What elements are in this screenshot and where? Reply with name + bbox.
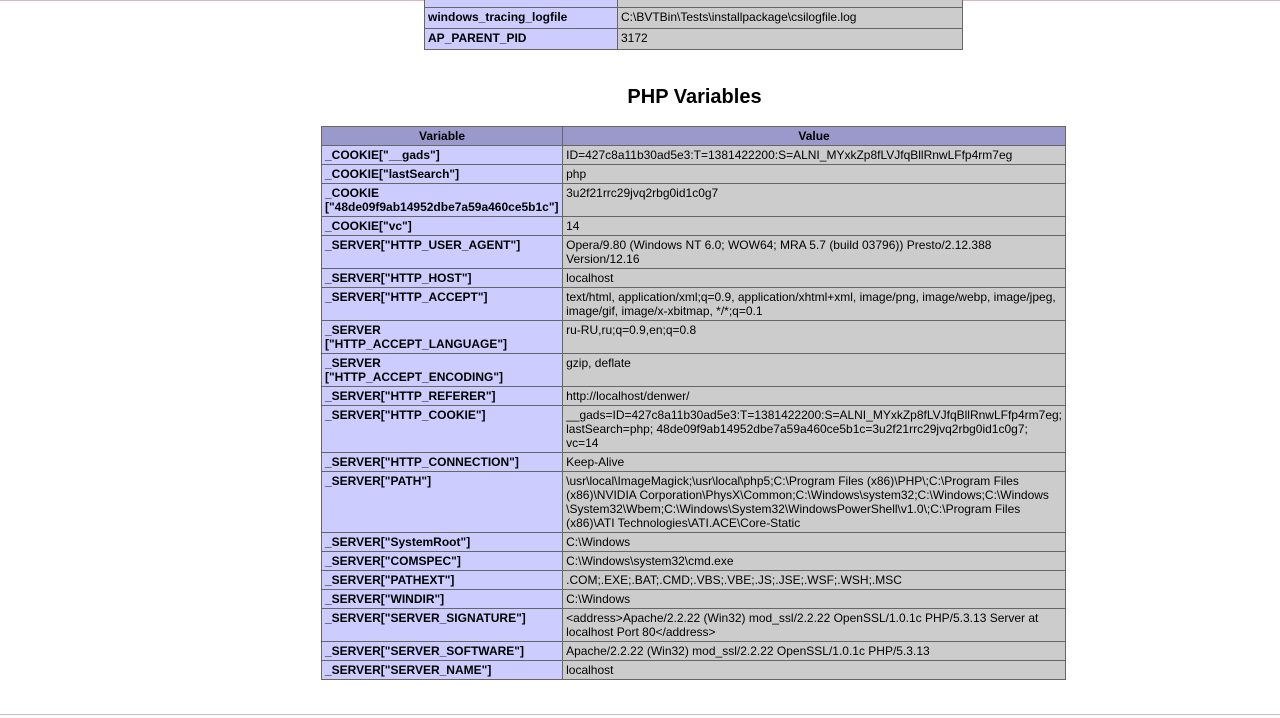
- table-row: _SERVER["SERVER_NAME"] localhost: [320, 660, 1066, 680]
- variable-name-cell: _COOKIE["__gads"]: [320, 145, 564, 165]
- variable-name-cell: _SERVER["HTTP_ACCEPT"]: [320, 287, 564, 321]
- variable-name-cell: _SERVER["PATH"]: [320, 471, 564, 533]
- variable-value-cell: \usr\local\ImageMagick;\usr\local\php5;C…: [562, 471, 1066, 533]
- column-header-value: Value: [562, 126, 1066, 146]
- variable-value-cell: php: [562, 164, 1066, 184]
- variable-name-cell: _SERVER["COMSPEC"]: [320, 551, 564, 571]
- table-row: _SERVER["SERVER_SIGNATURE"] <address>Apac…: [320, 608, 1066, 642]
- variable-name-cell: _SERVER["HTTP_USER_AGENT"]: [320, 235, 564, 269]
- variable-value-cell: <address>Apache/2.2.22 (Win32) mod_ssl/2…: [562, 608, 1066, 642]
- variable-value-cell: localhost: [562, 268, 1066, 288]
- table-row: _COOKIE["__gads"] ID=427c8a11b30ad5e3:T=1…: [320, 145, 1066, 165]
- variable-value-cell: http://localhost/denwer/: [562, 386, 1066, 406]
- php-variables-table-body: _COOKIE["__gads"] ID=427c8a11b30ad5e3:T=1…: [320, 145, 1066, 680]
- variable-name-cell: _COOKIE ["48de09f9ab14952dbe7a59a460ce5b1…: [320, 183, 564, 217]
- variable-value-cell: text/html, application/xml;q=0.9, applic…: [562, 287, 1066, 321]
- table-row: _SERVER["COMSPEC"] C:\Windows\system32\cm…: [320, 551, 1066, 571]
- variable-value-cell: 3172: [617, 28, 963, 50]
- table-row: _SERVER["WINDIR"] C:\Windows: [320, 589, 1066, 609]
- variable-name-cell: _SERVER["PATHEXT"]: [320, 570, 564, 590]
- variable-value-cell: 3u2f21rrc29jvq2rbg0id1c0g7: [562, 183, 1066, 217]
- variable-name-cell: _SERVER["SERVER_SOFTWARE"]: [320, 641, 564, 661]
- variable-value-cell: Apache/2.2.22 (Win32) mod_ssl/2.2.22 Ope…: [562, 641, 1066, 661]
- variable-name-cell: _SERVER["SERVER_SIGNATURE"]: [320, 608, 564, 642]
- table-row: _SERVER["HTTP_HOST"] localhost: [320, 268, 1066, 288]
- table-row: _SERVER ["HTTP_ACCEPT_ENCODING"] gzip, def…: [320, 353, 1066, 387]
- environment-table: windows_tracing_flagswindows_tracing_log…: [424, 0, 963, 50]
- variable-name-cell: _SERVER ["HTTP_ACCEPT_ENCODING"]: [320, 353, 564, 387]
- table-row: _SERVER["HTTP_REFERER"] http://localhost/…: [320, 386, 1066, 406]
- variable-name-cell: windows_tracing_flags: [424, 0, 618, 8]
- variable-name-cell: windows_tracing_logfile: [424, 7, 618, 29]
- variable-name-cell: _SERVER["HTTP_HOST"]: [320, 268, 564, 288]
- variable-value-cell: [617, 0, 963, 8]
- variable-value-cell: C:\Windows: [562, 532, 1066, 552]
- variable-value-cell: .COM;.EXE;.BAT;.CMD;.VBS;.VBE;.JS;.JSE;.…: [562, 570, 1066, 590]
- table-row: _SERVER["PATH"] \usr\local\ImageMagick;\u…: [320, 471, 1066, 533]
- variable-name-cell: _SERVER ["HTTP_ACCEPT_LANGUAGE"]: [320, 320, 564, 354]
- table-header-row: Variable Value: [320, 126, 1066, 146]
- variable-value-cell: 14: [562, 216, 1066, 236]
- variable-name-cell: _COOKIE["lastSearch"]: [320, 164, 564, 184]
- variable-value-cell: C:\Windows: [562, 589, 1066, 609]
- table-row: windows_tracing_logfile C:\BVTBin\Tests\i…: [424, 7, 963, 29]
- table-row: _SERVER["HTTP_COOKIE"] __gads=ID=427c8a11…: [320, 405, 1066, 453]
- table-row: _SERVER["PATHEXT"] .COM;.EXE;.BAT;.CMD;.V…: [320, 570, 1066, 590]
- variable-value-cell: Keep-Alive: [562, 452, 1066, 472]
- variable-name-cell: _SERVER["HTTP_CONNECTION"]: [320, 452, 564, 472]
- variable-value-cell: C:\BVTBin\Tests\installpackage\csilogfil…: [617, 7, 963, 29]
- variable-name-cell: _SERVER["HTTP_REFERER"]: [320, 386, 564, 406]
- column-header-variable: Variable: [320, 126, 564, 146]
- table-row: _COOKIE ["48de09f9ab14952dbe7a59a460ce5b1…: [320, 183, 1066, 217]
- table-row: _SERVER ["HTTP_ACCEPT_LANGUAGE"] ru-RU,ru;…: [320, 320, 1066, 354]
- variable-name-cell: _SERVER["WINDIR"]: [320, 589, 564, 609]
- variable-name-cell: _SERVER["SERVER_NAME"]: [320, 660, 564, 680]
- table-row: _SERVER["HTTP_CONNECTION"] Keep-Alive: [320, 452, 1066, 472]
- variable-value-cell: ID=427c8a11b30ad5e3:T=1381422200:S=ALNI_…: [562, 145, 1066, 165]
- table-row: windows_tracing_flags: [424, 0, 963, 8]
- environment-table-body: windows_tracing_flagswindows_tracing_log…: [424, 0, 963, 50]
- table-row: _COOKIE["lastSearch"] php: [320, 164, 1066, 184]
- variable-name-cell: _SERVER["SystemRoot"]: [320, 532, 564, 552]
- section-title: PHP Variables: [627, 86, 762, 108]
- table-row: _SERVER["SERVER_SOFTWARE"] Apache/2.2.22 …: [320, 641, 1066, 661]
- variable-name-cell: _COOKIE["vc"]: [320, 216, 564, 236]
- table-row: _COOKIE["vc"] 14: [320, 216, 1066, 236]
- variable-name-cell: _SERVER["HTTP_COOKIE"]: [320, 405, 564, 453]
- variable-name-cell: AP_PARENT_PID: [424, 28, 618, 50]
- variable-value-cell: __gads=ID=427c8a11b30ad5e3:T=1381422200:…: [562, 405, 1066, 453]
- variable-value-cell: C:\Windows\system32\cmd.exe: [562, 551, 1066, 571]
- variable-value-cell: localhost: [562, 660, 1066, 680]
- php-variables-table: Variable Value _COOKIE["__gads"] ID=427c8…: [320, 126, 1066, 680]
- table-row: AP_PARENT_PID 3172: [424, 28, 963, 50]
- window-bottom-edge: [0, 714, 1280, 715]
- table-row: _SERVER["SystemRoot"] C:\Windows: [320, 532, 1066, 552]
- table-row: _SERVER["HTTP_USER_AGENT"] Opera/9.80 (Wi…: [320, 235, 1066, 269]
- table-row: _SERVER["HTTP_ACCEPT"] text/html, applica…: [320, 287, 1066, 321]
- variable-value-cell: Opera/9.80 (Windows NT 6.0; WOW64; MRA 5…: [562, 235, 1066, 269]
- variable-value-cell: ru-RU,ru;q=0.9,en;q=0.8: [562, 320, 1066, 354]
- variable-value-cell: gzip, deflate: [562, 353, 1066, 387]
